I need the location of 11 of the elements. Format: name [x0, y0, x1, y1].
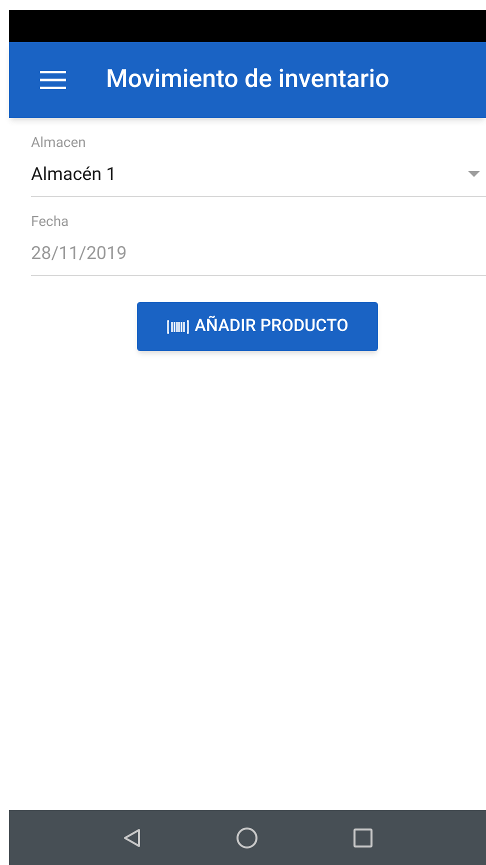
back-icon[interactable]	[122, 828, 140, 848]
recent-apps-icon[interactable]	[352, 828, 372, 848]
barcode-icon	[166, 318, 189, 334]
screen-title: Movimiento de inventario	[106, 64, 390, 96]
home-icon[interactable]	[236, 826, 258, 848]
add-product-button[interactable]: AÑADIR PRODUCTO	[137, 302, 378, 351]
field-label: Almacen	[31, 134, 87, 152]
dropdown-caret-icon	[468, 171, 480, 177]
dropdown-field[interactable]: Almacén 1	[31, 152, 486, 196]
field-label: Fecha	[31, 213, 70, 231]
menu-icon[interactable]	[40, 71, 66, 89]
